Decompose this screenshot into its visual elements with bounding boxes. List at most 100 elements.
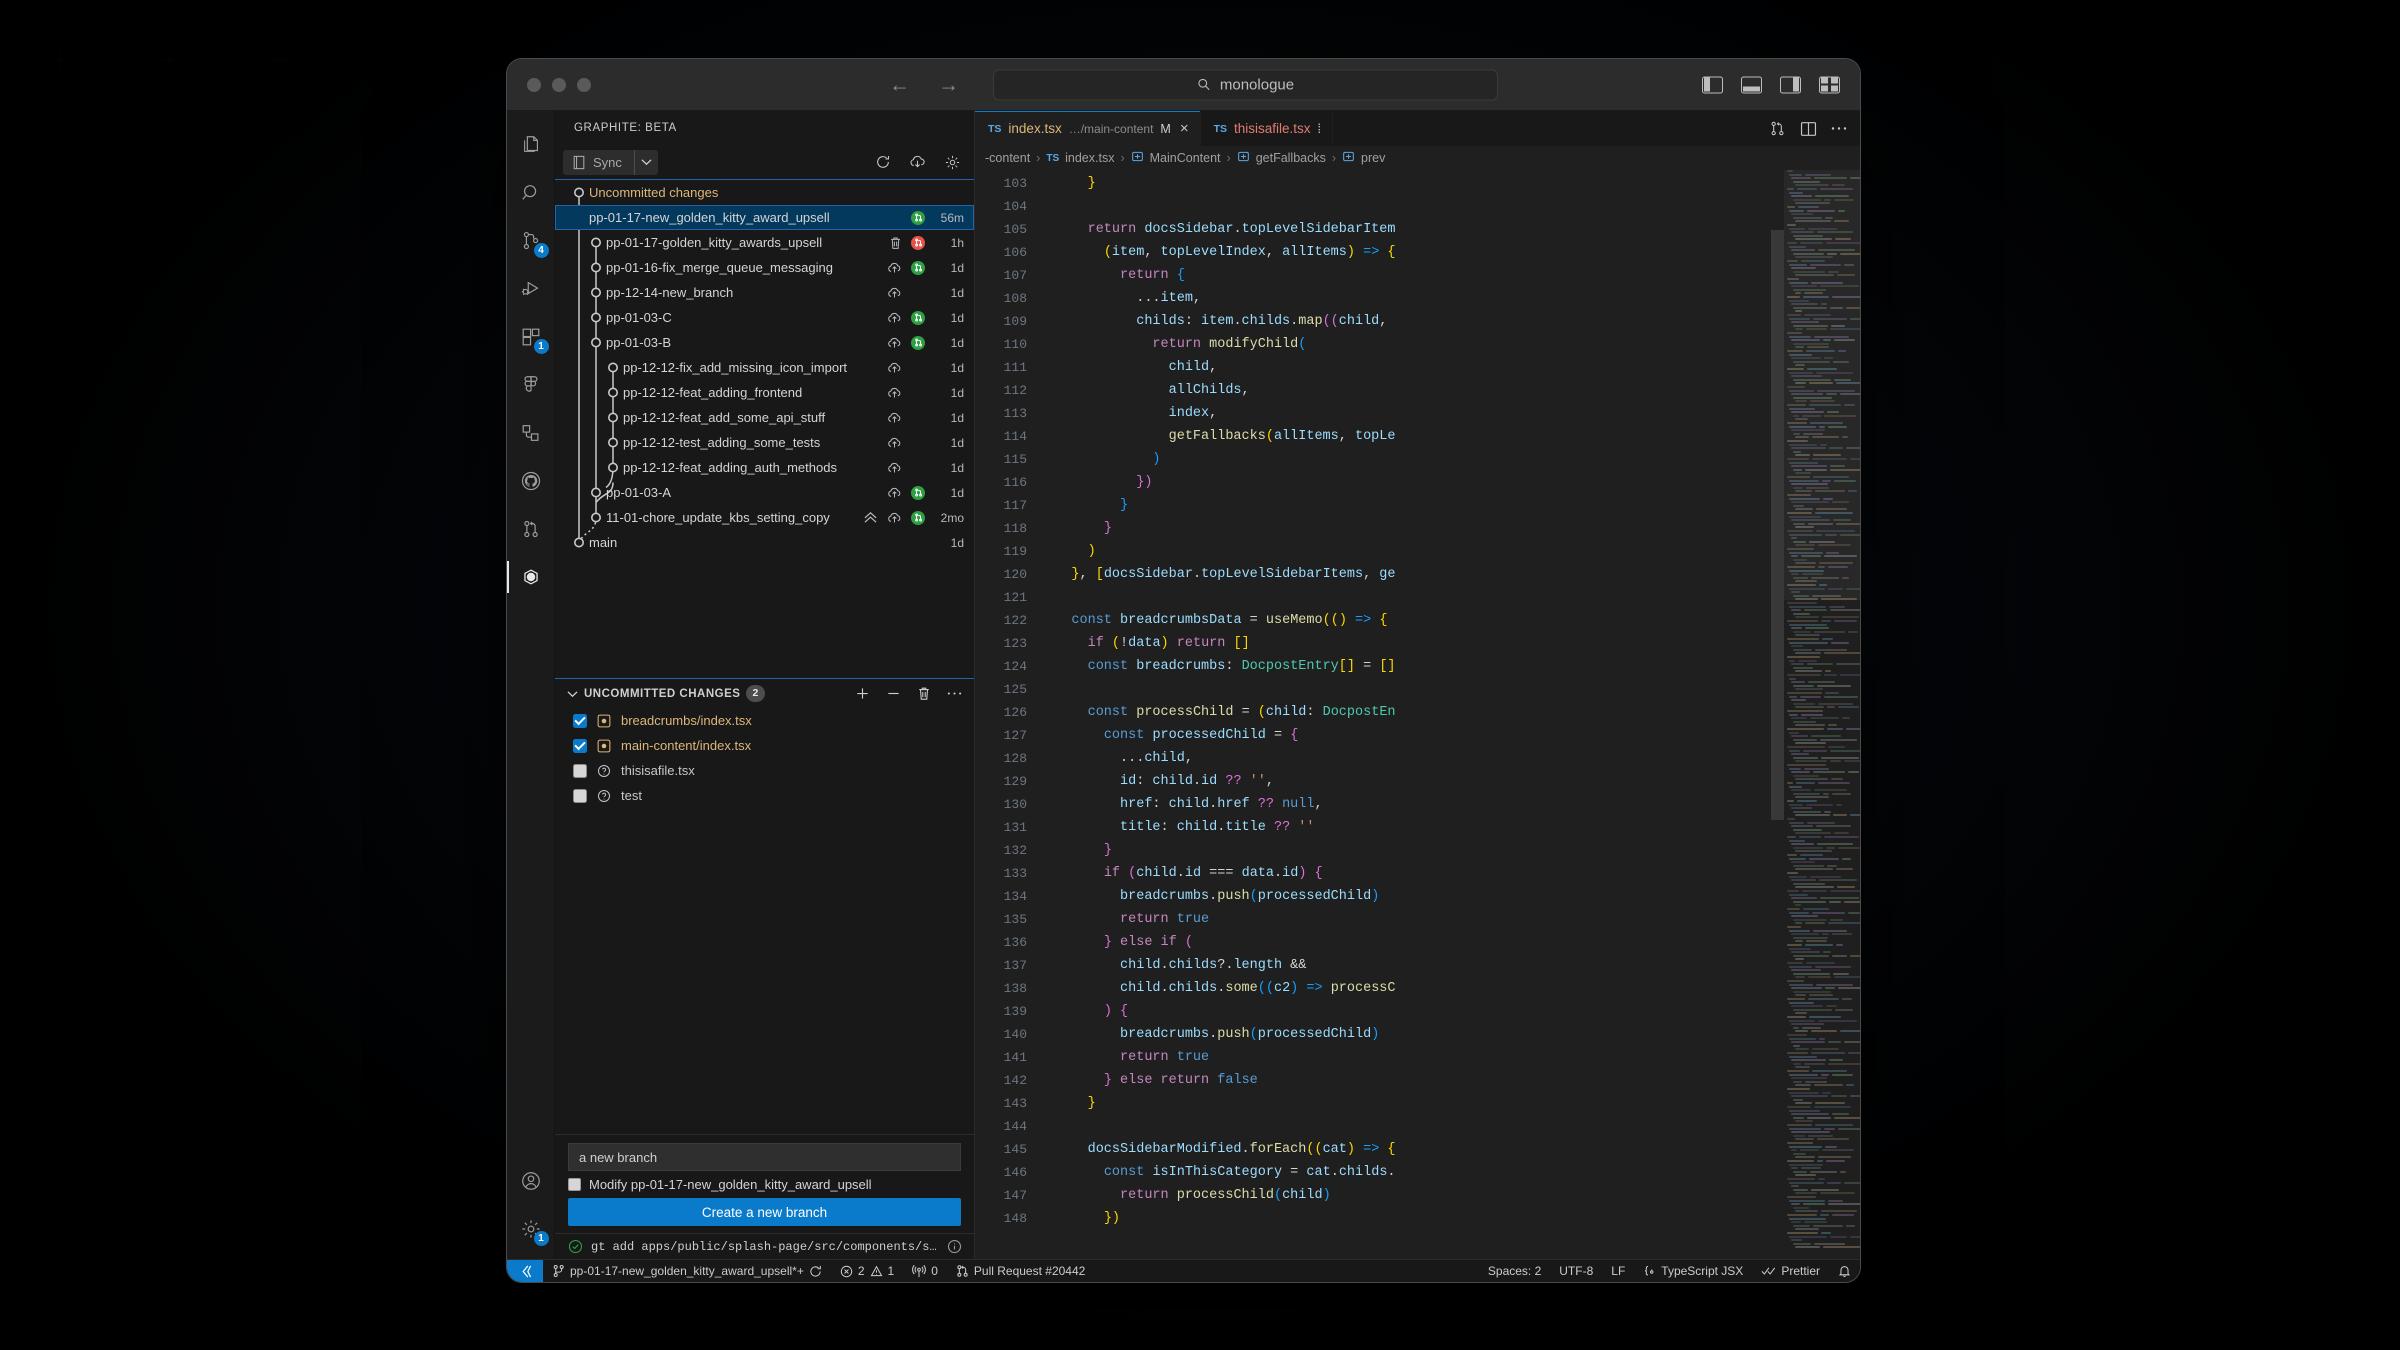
modify-branch-row[interactable]: Modify pp-01-17-new_golden_kitty_award_u… bbox=[568, 1171, 961, 1198]
minimize-window-button[interactable] bbox=[552, 77, 566, 92]
code-line[interactable] bbox=[1039, 1115, 1860, 1138]
activity-item-github[interactable] bbox=[507, 457, 555, 505]
status-problems[interactable]: 2 1 bbox=[831, 1260, 903, 1283]
navigation-controls[interactable]: ← → bbox=[889, 74, 959, 95]
breadcrumb-item[interactable]: MainContent bbox=[1150, 151, 1221, 165]
file-stage-checkbox[interactable] bbox=[573, 763, 587, 778]
pr-status-badge[interactable] bbox=[911, 210, 925, 225]
push-cloud-icon[interactable] bbox=[887, 411, 902, 424]
branch-row[interactable]: pp-12-14-new_branch 1d bbox=[555, 280, 974, 305]
push-cloud-icon[interactable] bbox=[887, 336, 902, 349]
code-line[interactable]: child, bbox=[1039, 356, 1860, 379]
toggle-panel-icon[interactable] bbox=[1741, 76, 1762, 93]
code-line[interactable]: } bbox=[1039, 1092, 1860, 1115]
minus-icon[interactable] bbox=[886, 686, 901, 701]
push-cloud-icon[interactable] bbox=[887, 436, 902, 449]
download-cloud-icon[interactable] bbox=[909, 154, 926, 170]
tab-thisisafile-tsx[interactable]: TS thisisafile.tsx ⁞ bbox=[1201, 111, 1334, 146]
activity-item-pull-requests[interactable] bbox=[507, 505, 555, 553]
editor-tabs[interactable]: TS index.tsx …/main-content M × TS thisi… bbox=[975, 111, 1860, 146]
maximize-window-button[interactable] bbox=[577, 77, 591, 92]
create-branch-button[interactable]: Create a new branch bbox=[568, 1198, 961, 1226]
code-line[interactable]: }) bbox=[1039, 1207, 1860, 1230]
branch-row[interactable]: pp-12-12-feat_adding_auth_methods 1d bbox=[555, 455, 974, 480]
branch-row[interactable]: pp-01-03-C 1d bbox=[555, 305, 974, 330]
push-cloud-icon[interactable] bbox=[887, 311, 902, 324]
changed-file-row[interactable]: test bbox=[555, 783, 974, 808]
pr-status-badge[interactable] bbox=[911, 235, 925, 250]
code-line[interactable]: return docsSidebar.topLevelSidebarItem bbox=[1039, 218, 1860, 241]
push-cloud-icon[interactable] bbox=[887, 261, 902, 274]
refresh-icon[interactable] bbox=[875, 154, 891, 170]
plus-icon[interactable] bbox=[855, 686, 870, 701]
code-line[interactable]: if (child.id === data.id) { bbox=[1039, 862, 1860, 885]
split-editor-icon[interactable] bbox=[1800, 121, 1817, 137]
code-line[interactable] bbox=[1039, 195, 1860, 218]
source-control-icon[interactable] bbox=[1769, 120, 1786, 137]
branch-row[interactable]: main 1d bbox=[555, 530, 974, 555]
code-line[interactable]: } bbox=[1039, 494, 1860, 517]
pr-status-badge[interactable] bbox=[911, 310, 925, 325]
file-stage-checkbox[interactable] bbox=[573, 738, 587, 753]
code-editor[interactable]: 103 104 105 106 107 108 109 110 111 112 113 114 115 1… bbox=[975, 170, 1860, 1259]
command-palette-search[interactable]: monologue bbox=[993, 69, 1498, 100]
pr-status-badge[interactable] bbox=[911, 260, 925, 275]
code-content[interactable]: } return docsSidebar.topLevelSidebarItem… bbox=[1039, 170, 1860, 1259]
trash-icon[interactable] bbox=[917, 686, 931, 701]
push-cloud-icon[interactable] bbox=[887, 486, 902, 499]
code-line[interactable]: return true bbox=[1039, 908, 1860, 931]
breadcrumb-item[interactable]: -content bbox=[985, 151, 1030, 165]
push-cloud-icon[interactable] bbox=[887, 361, 902, 374]
code-line[interactable]: ...child, bbox=[1039, 747, 1860, 770]
code-line[interactable]: return modifyChild( bbox=[1039, 333, 1860, 356]
pr-status-badge[interactable] bbox=[911, 335, 925, 350]
code-line[interactable]: } else return false bbox=[1039, 1069, 1860, 1092]
branch-row[interactable]: pp-12-12-feat_adding_frontend 1d bbox=[555, 380, 974, 405]
pr-status-badge[interactable] bbox=[911, 510, 925, 525]
activity-item-run-and-debug[interactable] bbox=[507, 265, 555, 313]
branch-row[interactable]: pp-12-12-test_adding_some_tests 1d bbox=[555, 430, 974, 455]
status-encoding[interactable]: UTF-8 bbox=[1550, 1260, 1602, 1283]
close-icon[interactable]: × bbox=[1180, 121, 1189, 136]
status-notifications[interactable] bbox=[1829, 1260, 1860, 1283]
push-cloud-icon[interactable] bbox=[887, 386, 902, 399]
sync-dropdown-button[interactable] bbox=[633, 149, 658, 175]
status-branch[interactable]: pp-01-17-new_golden_kitty_award_upsell*+ bbox=[543, 1260, 831, 1283]
activity-item-figma[interactable] bbox=[507, 361, 555, 409]
changed-file-row[interactable]: main-content/index.tsx bbox=[555, 733, 974, 758]
customize-layout-icon[interactable] bbox=[1819, 76, 1840, 93]
status-ports[interactable]: 0 bbox=[903, 1260, 947, 1283]
back-arrow-icon[interactable]: ← bbox=[889, 74, 910, 95]
close-window-button[interactable] bbox=[527, 77, 541, 92]
code-line[interactable]: index, bbox=[1039, 402, 1860, 425]
more-icon[interactable] bbox=[947, 691, 962, 696]
changed-file-row[interactable]: breadcrumbs/index.tsx bbox=[555, 708, 974, 733]
branch-row[interactable]: pp-01-16-fix_merge_queue_messaging 1d bbox=[555, 255, 974, 280]
info-icon[interactable] bbox=[947, 1239, 962, 1254]
code-line[interactable]: breadcrumbs.push(processedChild) bbox=[1039, 1023, 1860, 1046]
tab-index-tsx[interactable]: TS index.tsx …/main-content M × bbox=[975, 111, 1201, 146]
activity-item-search[interactable] bbox=[507, 169, 555, 217]
changed-files-list[interactable]: breadcrumbs/index.tsx main-content/index… bbox=[555, 708, 974, 808]
code-line[interactable]: const breadcrumbsData = useMemo(() => { bbox=[1039, 609, 1860, 632]
activity-item-dependencies[interactable] bbox=[507, 409, 555, 457]
code-line[interactable]: id: child.id ?? '', bbox=[1039, 770, 1860, 793]
code-line[interactable]: return { bbox=[1039, 264, 1860, 287]
toggle-primary-sidebar-icon[interactable] bbox=[1702, 76, 1723, 93]
branch-row[interactable]: 11-01-chore_update_kbs_setting_copy 2mo bbox=[555, 505, 974, 530]
minimap[interactable] bbox=[1784, 170, 1860, 1259]
editor-scrollbar[interactable] bbox=[1771, 170, 1784, 1259]
file-stage-checkbox[interactable] bbox=[573, 713, 587, 728]
more-actions-icon[interactable] bbox=[1831, 126, 1847, 131]
forward-arrow-icon[interactable]: → bbox=[938, 74, 959, 95]
breadcrumb[interactable]: -content › TS index.tsx › MainContent › getFall… bbox=[975, 146, 1860, 170]
activity-item-settings[interactable]: 1 bbox=[507, 1205, 555, 1253]
activity-item-extensions[interactable]: 1 bbox=[507, 313, 555, 361]
toggle-secondary-sidebar-icon[interactable] bbox=[1780, 76, 1801, 93]
code-line[interactable]: const processChild = (child: DocpostEn bbox=[1039, 701, 1860, 724]
code-line[interactable]: child.childs?.length && bbox=[1039, 954, 1860, 977]
activity-item-accounts[interactable] bbox=[507, 1157, 555, 1205]
code-line[interactable]: ) { bbox=[1039, 1000, 1860, 1023]
code-line[interactable]: } else if ( bbox=[1039, 931, 1860, 954]
changes-header[interactable]: UNCOMMITTED CHANGES 2 bbox=[555, 679, 974, 708]
